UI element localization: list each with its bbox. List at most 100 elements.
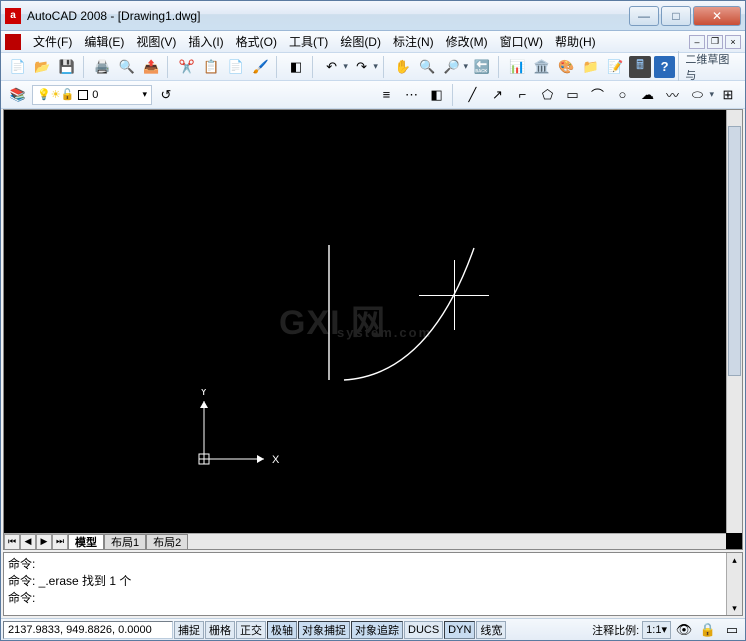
polyline-icon[interactable]: ⌐ xyxy=(511,84,533,106)
tab-first-button[interactable]: ⏮ xyxy=(4,534,20,550)
vertical-scrollbar[interactable] xyxy=(726,110,742,533)
insert-block-icon[interactable]: ⊞ xyxy=(717,84,739,106)
menu-help[interactable]: 帮助(H) xyxy=(549,31,602,52)
minimize-button[interactable]: — xyxy=(629,6,659,26)
redo-icon[interactable]: ↷ xyxy=(351,56,373,78)
model-tab[interactable]: 模型 xyxy=(68,534,104,550)
rectangle-icon[interactable]: ▭ xyxy=(561,84,583,106)
menu-edit[interactable]: 编辑(E) xyxy=(78,31,130,52)
command-line-1: 命令: xyxy=(8,555,722,572)
layer-previous-icon[interactable]: ↺ xyxy=(155,84,177,106)
polar-toggle[interactable]: 极轴 xyxy=(267,621,297,639)
spline-icon[interactable]: 〰 xyxy=(661,84,683,106)
title-bar: a AutoCAD 2008 - [Drawing1.dwg] — □ ✕ xyxy=(1,1,745,31)
workspace-lock-icon[interactable]: 🔒 xyxy=(697,619,719,641)
command-line-2: 命令: _.erase 找到 1 个 xyxy=(8,572,722,589)
ellipse-icon[interactable]: ⬭ xyxy=(686,84,708,106)
cut-icon[interactable]: ✂️ xyxy=(176,56,198,78)
command-history: 命令: 命令: _.erase 找到 1 个 命令: xyxy=(4,553,726,615)
revision-cloud-icon[interactable]: ☁ xyxy=(636,84,658,106)
menu-modify[interactable]: 修改(M) xyxy=(440,31,494,52)
osnap-toggle[interactable]: 对象捕捉 xyxy=(298,621,350,639)
menu-window[interactable]: 窗口(W) xyxy=(494,31,549,52)
tab-next-button[interactable]: ▶ xyxy=(36,534,52,550)
layer-combo[interactable]: 💡 ☀ 🔓 0 ▾ xyxy=(32,85,152,105)
grid-toggle[interactable]: 栅格 xyxy=(205,621,235,639)
scroll-down-icon[interactable]: ▾ xyxy=(727,601,742,615)
ellipse-dropdown[interactable]: ▾ xyxy=(709,89,714,100)
construction-line-icon[interactable]: ↗ xyxy=(486,84,508,106)
block-editor-icon[interactable]: ◧ xyxy=(285,56,307,78)
coordinates-display[interactable]: 2137.9833, 949.8826, 0.0000 xyxy=(3,621,173,639)
redo-dropdown[interactable]: ▾ xyxy=(373,61,378,72)
otrack-toggle[interactable]: 对象追踪 xyxy=(351,621,403,639)
undo-dropdown[interactable]: ▾ xyxy=(343,61,348,72)
layout1-tab[interactable]: 布局1 xyxy=(104,534,146,550)
menu-file[interactable]: 文件(F) xyxy=(27,31,78,52)
publish-icon[interactable]: 📤 xyxy=(141,56,163,78)
workspace-label[interactable]: 二维草图与 xyxy=(678,51,739,83)
polygon-icon[interactable]: ⬠ xyxy=(536,84,558,106)
tool-palettes-icon[interactable]: 🎨 xyxy=(556,56,578,78)
line-icon[interactable]: ╱ xyxy=(461,84,483,106)
help-icon[interactable]: ? xyxy=(654,56,676,78)
new-icon[interactable]: 📄 xyxy=(7,56,29,78)
tab-prev-button[interactable]: ◀ xyxy=(20,534,36,550)
quickcalc-icon[interactable]: 🖩 xyxy=(629,56,651,78)
layout2-tab[interactable]: 布局2 xyxy=(146,534,188,550)
menu-dimension[interactable]: 标注(N) xyxy=(387,31,440,52)
menu-view[interactable]: 视图(V) xyxy=(130,31,182,52)
arc-icon[interactable]: ⌒ xyxy=(586,84,608,106)
paste-icon[interactable]: 📄 xyxy=(225,56,247,78)
drawing-canvas[interactable]: GXI 网 system.com X Y ⏮ ◀ ▶ ⏭ xyxy=(3,109,743,550)
command-scrollbar[interactable]: ▴ ▾ xyxy=(726,553,742,615)
color-icon[interactable]: ◧ xyxy=(425,84,447,106)
pan-icon[interactable]: ✋ xyxy=(392,56,414,78)
matchprop-icon[interactable]: 🖌️ xyxy=(250,56,272,78)
scroll-up-icon[interactable]: ▴ xyxy=(727,553,742,567)
annotation-scale-label: 注释比例: xyxy=(592,622,639,638)
properties-icon[interactable]: 📊 xyxy=(507,56,529,78)
zoom-realtime-icon[interactable]: 🔍 xyxy=(416,56,438,78)
zoom-dropdown[interactable]: ▾ xyxy=(464,61,469,72)
dyn-toggle[interactable]: DYN xyxy=(444,621,475,639)
zoom-previous-icon[interactable]: 🔙 xyxy=(471,56,493,78)
lineweight-toggle[interactable]: 线宽 xyxy=(476,621,506,639)
menu-draw[interactable]: 绘图(D) xyxy=(334,31,387,52)
ducs-toggle[interactable]: DUCS xyxy=(404,621,443,639)
command-window[interactable]: 命令: 命令: _.erase 找到 1 个 命令: ▴ ▾ xyxy=(3,552,743,616)
app-window: a AutoCAD 2008 - [Drawing1.dwg] — □ ✕ 文件… xyxy=(0,0,746,641)
ucs-icon: X Y xyxy=(194,389,284,469)
command-prompt[interactable]: 命令: xyxy=(8,589,722,606)
zoom-window-icon[interactable]: 🔎 xyxy=(441,56,463,78)
print-icon[interactable]: 🖨️ xyxy=(92,56,114,78)
circle-icon[interactable]: ○ xyxy=(611,84,633,106)
menu-tools[interactable]: 工具(T) xyxy=(283,31,334,52)
linetype-icon[interactable]: ⋯ xyxy=(400,84,422,106)
maximize-button[interactable]: □ xyxy=(661,6,691,26)
annotation-scale-value[interactable]: 1:1 ▾ xyxy=(642,621,671,639)
close-button[interactable]: ✕ xyxy=(693,6,741,26)
child-close-button[interactable]: × xyxy=(725,35,741,49)
open-icon[interactable]: 📂 xyxy=(32,56,54,78)
child-minimize-button[interactable]: – xyxy=(689,35,705,49)
layer-properties-icon[interactable]: 📚 xyxy=(7,84,29,106)
plot-preview-icon[interactable]: 🔍 xyxy=(116,56,138,78)
sheet-set-icon[interactable]: 📁 xyxy=(580,56,602,78)
markup-icon[interactable]: 📝 xyxy=(605,56,627,78)
lineweight-icon[interactable]: ≡ xyxy=(375,84,397,106)
tab-last-button[interactable]: ⏭ xyxy=(52,534,68,550)
vertical-scrollbar-thumb[interactable] xyxy=(728,126,741,376)
clean-screen-icon[interactable]: ▭ xyxy=(721,619,743,641)
save-icon[interactable]: 💾 xyxy=(56,56,78,78)
ortho-toggle[interactable]: 正交 xyxy=(236,621,266,639)
lightbulb-icon: 💡 xyxy=(37,88,51,101)
design-center-icon[interactable]: 🏛️ xyxy=(531,56,553,78)
menu-insert[interactable]: 插入(I) xyxy=(182,31,229,52)
undo-icon[interactable]: ↶ xyxy=(321,56,343,78)
copy-icon[interactable]: 📋 xyxy=(201,56,223,78)
annotation-visibility-icon[interactable]: 👁 xyxy=(673,619,695,641)
child-restore-button[interactable]: ❐ xyxy=(707,35,723,49)
menu-format[interactable]: 格式(O) xyxy=(230,31,283,52)
snap-toggle[interactable]: 捕捉 xyxy=(174,621,204,639)
